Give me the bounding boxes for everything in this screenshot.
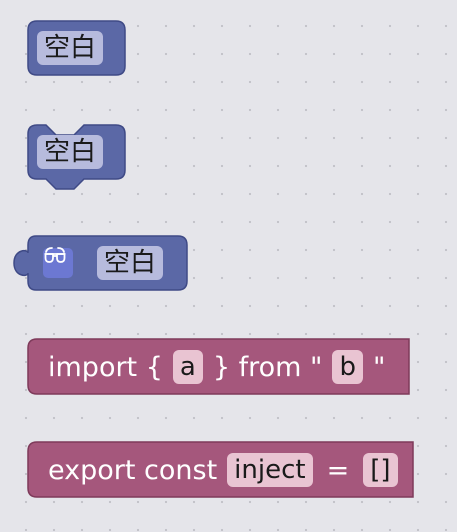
import-name-field[interactable]: a	[172, 350, 203, 384]
import-source-field[interactable]: b	[332, 350, 363, 384]
export-value-field[interactable]: []	[363, 453, 398, 487]
glasses-icon[interactable]	[43, 247, 73, 278]
import-block[interactable]: import { a } from " b "	[27, 338, 411, 396]
glasses-icon-graphic	[44, 247, 66, 263]
import-from-keyword: } from "	[212, 351, 323, 383]
export-equals: =	[326, 454, 350, 486]
import-keyword: import {	[48, 351, 163, 383]
export-name-field[interactable]: inject	[227, 453, 313, 487]
value-block[interactable]: 空白	[12, 235, 190, 291]
import-close-quote: "	[372, 351, 386, 383]
text-block[interactable]: 空白	[27, 20, 127, 76]
blockly-workspace[interactable]: 空白 空白 空白 import {a} from " b " export …	[0, 0, 457, 532]
statement-block[interactable]: 空白	[27, 124, 127, 192]
export-const-keyword: export const	[48, 454, 218, 486]
text-field[interactable]: 空白	[37, 31, 104, 65]
value-text-field[interactable]: 空白	[97, 246, 164, 280]
export-block[interactable]: export const inject = []	[27, 441, 415, 499]
statement-text-field[interactable]: 空白	[37, 135, 104, 169]
